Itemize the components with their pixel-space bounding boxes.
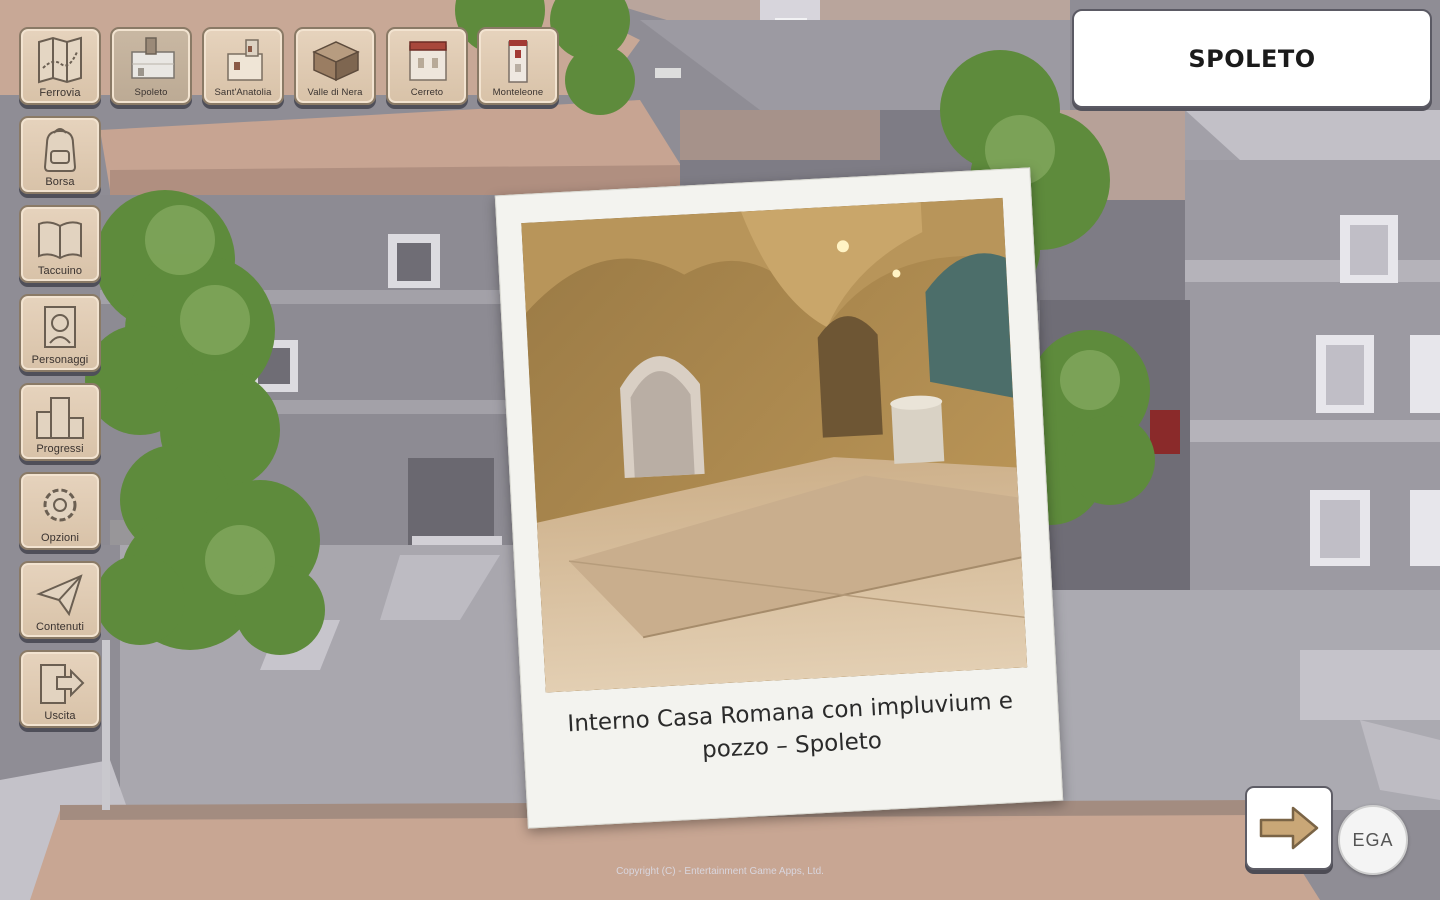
- paper-plane-icon: [36, 574, 83, 617]
- progressi-button[interactable]: Progressi: [19, 383, 101, 461]
- photo-caption: Interno Casa Romana con impluvium e pozz…: [543, 684, 1040, 776]
- tab-vallo-di-nera[interactable]: Valle di Nera: [294, 27, 376, 105]
- personaggi-button[interactable]: Personaggi: [19, 294, 101, 372]
- progressi-label: Progressi: [36, 443, 84, 455]
- photo-casa-romana: [521, 197, 1028, 693]
- progress-podium-icon: [36, 397, 84, 439]
- tab-vallo-di-nera-label: Valle di Nera: [307, 87, 363, 98]
- tab-monteleone-label: Monteleone: [492, 87, 544, 98]
- backpack-icon: [43, 128, 77, 172]
- uscita-button[interactable]: Uscita: [19, 650, 101, 728]
- map-icon: [38, 36, 82, 84]
- opzioni-button[interactable]: Opzioni: [19, 472, 101, 550]
- borsa-button[interactable]: Borsa: [19, 116, 101, 194]
- character-portrait-icon: [44, 306, 76, 348]
- contenuti-label: Contenuti: [36, 621, 84, 633]
- contenuti-button[interactable]: Contenuti: [19, 561, 101, 639]
- taccuino-label: Taccuino: [37, 265, 83, 277]
- opzioni-label: Opzioni: [41, 532, 79, 544]
- next-button[interactable]: [1245, 786, 1333, 870]
- cerreto-building-icon: [409, 41, 447, 81]
- vallo-di-nera-building-icon: [312, 41, 360, 82]
- tab-monteleone[interactable]: Monteleone: [477, 27, 559, 105]
- uscita-label: Uscita: [44, 710, 76, 722]
- photo-card[interactable]: Interno Casa Romana con impluvium e pozz…: [494, 167, 1064, 829]
- spoleto-building-icon: [131, 37, 175, 79]
- arrow-right-icon: [1259, 806, 1319, 850]
- gear-icon: [43, 488, 77, 522]
- ega-logo-text: EGA: [1352, 829, 1394, 850]
- city-title: SPOLETO: [1188, 44, 1316, 73]
- borsa-label: Borsa: [45, 176, 75, 188]
- tab-cerreto[interactable]: Cerreto: [386, 27, 468, 105]
- city-title-box: SPOLETO: [1072, 9, 1432, 108]
- tab-cerreto-label: Cerreto: [410, 87, 444, 98]
- santanatolia-building-icon: [227, 39, 263, 81]
- copyright-text: Copyright (C) - Entertainment Game Apps,…: [616, 866, 824, 877]
- tab-santanatolia[interactable]: Sant'Anatolia: [202, 27, 284, 105]
- taccuino-button[interactable]: Taccuino: [19, 205, 101, 283]
- notebook-icon: [38, 221, 82, 260]
- ega-logo: EGA: [1338, 805, 1408, 875]
- monteleone-building-icon: [508, 40, 528, 83]
- tab-spoleto[interactable]: Spoleto: [110, 27, 192, 105]
- tab-santanatolia-label: Sant'Anatolia: [214, 87, 272, 98]
- tab-ferrovia[interactable]: Ferrovia: [19, 27, 101, 105]
- personaggi-label: Personaggi: [31, 354, 89, 366]
- tab-ferrovia-label: Ferrovia: [39, 87, 81, 99]
- exit-icon: [40, 664, 85, 704]
- tab-spoleto-label: Spoleto: [134, 87, 168, 98]
